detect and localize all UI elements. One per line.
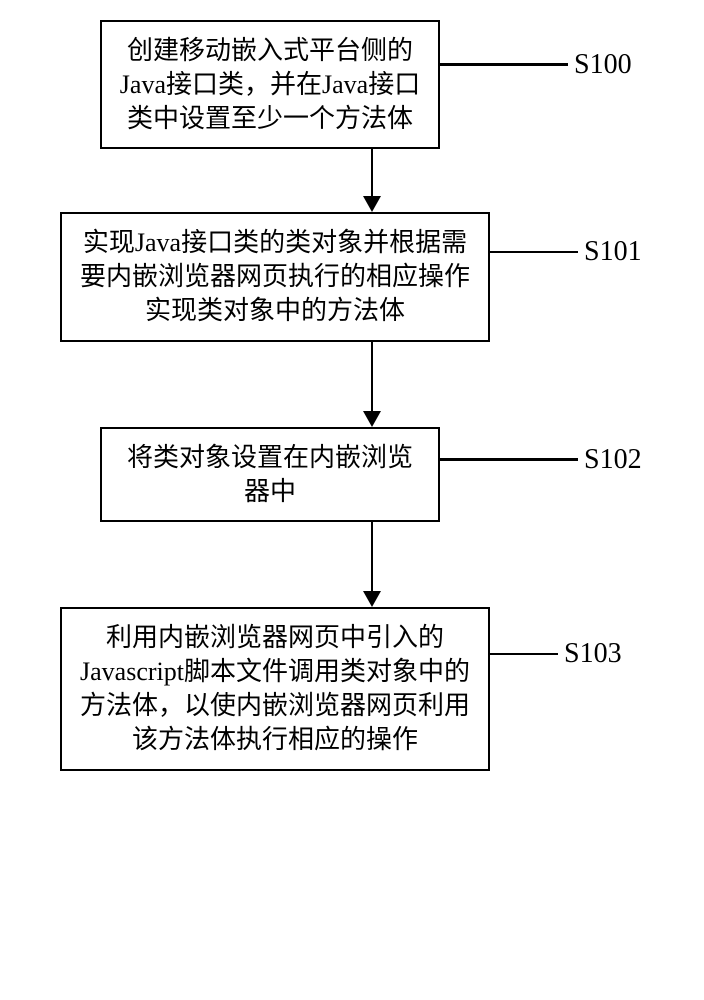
step-label: S102 bbox=[584, 444, 642, 476]
step-box: 将类对象设置在内嵌浏览器中 bbox=[100, 427, 440, 523]
arrow-down-icon bbox=[363, 411, 381, 427]
flowchart: 创建移动嵌入式平台侧的Java接口类，并在Java接口类中设置至少一个方法体 S… bbox=[20, 20, 684, 771]
step-s100: 创建移动嵌入式平台侧的Java接口类，并在Java接口类中设置至少一个方法体 S… bbox=[60, 20, 684, 149]
step-s103: 利用内嵌浏览器网页中引入的Javascript脚本文件调用类对象中的方法体，以使… bbox=[60, 607, 684, 770]
step-box: 利用内嵌浏览器网页中引入的Javascript脚本文件调用类对象中的方法体，以使… bbox=[60, 607, 490, 770]
arrow-down-icon bbox=[363, 196, 381, 212]
step-text: 创建移动嵌入式平台侧的Java接口类，并在Java接口类中设置至少一个方法体 bbox=[120, 36, 420, 133]
step-label: S100 bbox=[574, 49, 632, 81]
arrow-s102-s103 bbox=[157, 522, 587, 607]
step-text: 利用内嵌浏览器网页中引入的Javascript脚本文件调用类对象中的方法体，以使… bbox=[80, 623, 470, 753]
step-box: 实现Java接口类的类对象并根据需要内嵌浏览器网页执行的相应操作实现类对象中的方… bbox=[60, 212, 490, 341]
arrow-down-icon bbox=[363, 591, 381, 607]
connector-line: S102 bbox=[438, 444, 642, 476]
connector-line: S101 bbox=[488, 236, 642, 268]
step-box: 创建移动嵌入式平台侧的Java接口类，并在Java接口类中设置至少一个方法体 bbox=[100, 20, 440, 149]
step-label: S103 bbox=[564, 638, 622, 670]
arrow-s100-s101 bbox=[157, 149, 587, 212]
step-s102: 将类对象设置在内嵌浏览器中 S102 bbox=[60, 427, 684, 523]
step-text: 实现Java接口类的类对象并根据需要内嵌浏览器网页执行的相应操作实现类对象中的方… bbox=[80, 228, 470, 325]
step-s101: 实现Java接口类的类对象并根据需要内嵌浏览器网页执行的相应操作实现类对象中的方… bbox=[60, 212, 684, 341]
step-text: 将类对象设置在内嵌浏览器中 bbox=[127, 443, 413, 506]
connector-line: S100 bbox=[438, 49, 632, 81]
connector-line: S103 bbox=[488, 638, 622, 670]
step-label: S101 bbox=[584, 236, 642, 268]
arrow-s101-s102 bbox=[157, 342, 587, 427]
